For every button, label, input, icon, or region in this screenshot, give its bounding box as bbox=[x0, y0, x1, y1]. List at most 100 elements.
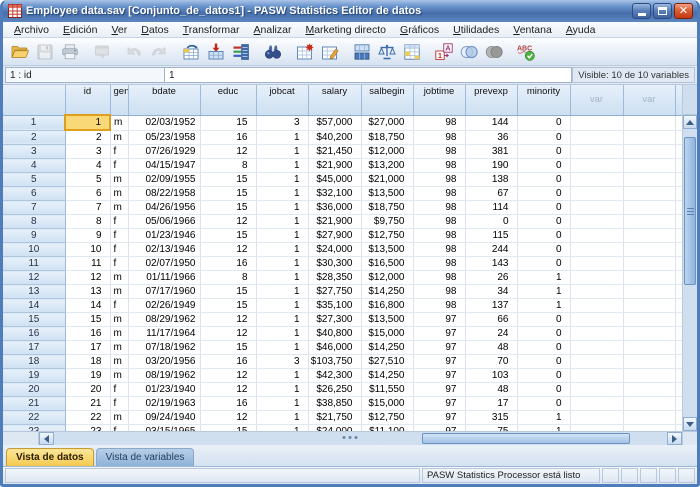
vertical-scrollbar[interactable] bbox=[682, 85, 697, 431]
cell-var2-13[interactable] bbox=[623, 285, 675, 299]
cell-salary-11[interactable]: $30,300 bbox=[308, 257, 361, 271]
cell-bdate-20[interactable]: 01/23/1940 bbox=[128, 383, 200, 397]
cell-jobcat-5[interactable]: 1 bbox=[256, 173, 308, 187]
cell-bdate-5[interactable]: 02/09/1955 bbox=[128, 173, 200, 187]
scroll-right-button[interactable] bbox=[667, 432, 682, 445]
cell-minority-11[interactable]: 0 bbox=[517, 257, 570, 271]
cell-id-7[interactable]: 7 bbox=[65, 201, 110, 215]
cell-salary-16[interactable]: $40,800 bbox=[308, 327, 361, 341]
column-header-prevexp[interactable]: prevexp bbox=[465, 85, 517, 115]
cell-prevexp-3[interactable]: 381 bbox=[465, 145, 517, 159]
tab-vista-de-datos[interactable]: Vista de datos bbox=[6, 448, 94, 466]
cell-id-20[interactable]: 20 bbox=[65, 383, 110, 397]
column-header-salbegin[interactable]: salbegin bbox=[361, 85, 413, 115]
cell-salbegin-16[interactable]: $15,000 bbox=[361, 327, 413, 341]
row-header[interactable]: 14 bbox=[3, 299, 65, 313]
cell-jobcat-16[interactable]: 1 bbox=[256, 327, 308, 341]
cell-var1-14[interactable] bbox=[570, 299, 623, 313]
cell-var2-11[interactable] bbox=[623, 257, 675, 271]
cell-salary-2[interactable]: $40,200 bbox=[308, 130, 361, 145]
cell-jobtime-12[interactable]: 98 bbox=[413, 271, 465, 285]
cell-prevexp-15[interactable]: 66 bbox=[465, 313, 517, 327]
cell-salary-20[interactable]: $26,250 bbox=[308, 383, 361, 397]
minimize-button[interactable] bbox=[632, 3, 651, 19]
cell-id-14[interactable]: 14 bbox=[65, 299, 110, 313]
cell-var1-22[interactable] bbox=[570, 411, 623, 425]
cell-gender-9[interactable]: f bbox=[110, 229, 128, 243]
cell-salbegin-10[interactable]: $13,500 bbox=[361, 243, 413, 257]
cell-jobcat-11[interactable]: 1 bbox=[256, 257, 308, 271]
cell-jobtime-21[interactable]: 97 bbox=[413, 397, 465, 411]
row-header[interactable]: 16 bbox=[3, 327, 65, 341]
vertical-scroll-track[interactable] bbox=[683, 129, 697, 417]
cell-educ-3[interactable]: 12 bbox=[200, 145, 256, 159]
cell-gender-20[interactable]: f bbox=[110, 383, 128, 397]
cell-bdate-2[interactable]: 05/23/1958 bbox=[128, 130, 200, 145]
cell-educ-7[interactable]: 15 bbox=[200, 201, 256, 215]
horizontal-scroll-track[interactable] bbox=[54, 432, 667, 445]
scroll-down-button[interactable] bbox=[683, 417, 697, 431]
cell-salary-18[interactable]: $103,750 bbox=[308, 355, 361, 369]
cell-prevexp-19[interactable]: 103 bbox=[465, 369, 517, 383]
cell-prevexp-21[interactable]: 17 bbox=[465, 397, 517, 411]
cell-salbegin-19[interactable]: $14,250 bbox=[361, 369, 413, 383]
row-header[interactable]: 2 bbox=[3, 130, 65, 145]
cell-bdate-6[interactable]: 08/22/1958 bbox=[128, 187, 200, 201]
cell-gender-7[interactable]: m bbox=[110, 201, 128, 215]
row-header[interactable]: 22 bbox=[3, 411, 65, 425]
cell-salbegin-9[interactable]: $12,750 bbox=[361, 229, 413, 243]
cell-salbegin-11[interactable]: $16,500 bbox=[361, 257, 413, 271]
scroll-left-button[interactable] bbox=[39, 432, 54, 445]
cell-jobtime-20[interactable]: 97 bbox=[413, 383, 465, 397]
cell-bdate-21[interactable]: 02/19/1963 bbox=[128, 397, 200, 411]
row-header[interactable]: 4 bbox=[3, 159, 65, 173]
row-header[interactable]: 6 bbox=[3, 187, 65, 201]
row-header[interactable]: 12 bbox=[3, 271, 65, 285]
row-header[interactable]: 15 bbox=[3, 313, 65, 327]
cell-bdate-16[interactable]: 11/17/1964 bbox=[128, 327, 200, 341]
cell-educ-17[interactable]: 15 bbox=[200, 341, 256, 355]
cell-educ-6[interactable]: 15 bbox=[200, 187, 256, 201]
cell-minority-14[interactable]: 1 bbox=[517, 299, 570, 313]
cell-var1-7[interactable] bbox=[570, 201, 623, 215]
cell-gender-11[interactable]: f bbox=[110, 257, 128, 271]
cell-salary-6[interactable]: $32,100 bbox=[308, 187, 361, 201]
cell-jobcat-12[interactable]: 1 bbox=[256, 271, 308, 285]
cell-bdate-22[interactable]: 09/24/1940 bbox=[128, 411, 200, 425]
menu-archivo[interactable]: Archivo bbox=[7, 23, 56, 37]
cell-educ-16[interactable]: 12 bbox=[200, 327, 256, 341]
cell-educ-10[interactable]: 12 bbox=[200, 243, 256, 257]
cell-jobcat-21[interactable]: 1 bbox=[256, 397, 308, 411]
cell-id-1[interactable]: 1 bbox=[65, 115, 110, 130]
cell-salary-5[interactable]: $45,000 bbox=[308, 173, 361, 187]
row-header[interactable]: 5 bbox=[3, 173, 65, 187]
row-header[interactable]: 9 bbox=[3, 229, 65, 243]
cell-educ-22[interactable]: 12 bbox=[200, 411, 256, 425]
cell-var2-18[interactable] bbox=[623, 355, 675, 369]
cell-salbegin-17[interactable]: $14,250 bbox=[361, 341, 413, 355]
menu-datos[interactable]: Datos bbox=[134, 23, 175, 37]
cell-var1-10[interactable] bbox=[570, 243, 623, 257]
select-cases-icon[interactable] bbox=[399, 40, 424, 64]
cell-salbegin-22[interactable]: $12,750 bbox=[361, 411, 413, 425]
cell-jobcat-1[interactable]: 3 bbox=[256, 115, 308, 130]
cell-bdate-17[interactable]: 07/18/1962 bbox=[128, 341, 200, 355]
cell-var1-15[interactable] bbox=[570, 313, 623, 327]
row-header[interactable]: 10 bbox=[3, 243, 65, 257]
cell-gender-14[interactable]: f bbox=[110, 299, 128, 313]
cell-minority-19[interactable]: 0 bbox=[517, 369, 570, 383]
pane-splitter-handle[interactable] bbox=[343, 436, 358, 439]
cell-prevexp-14[interactable]: 137 bbox=[465, 299, 517, 313]
cell-salary-3[interactable]: $21,450 bbox=[308, 145, 361, 159]
cell-var2-9[interactable] bbox=[623, 229, 675, 243]
cell-id-2[interactable]: 2 bbox=[65, 130, 110, 145]
cell-jobcat-9[interactable]: 1 bbox=[256, 229, 308, 243]
cell-var2-12[interactable] bbox=[623, 271, 675, 285]
cell-gender-4[interactable]: f bbox=[110, 159, 128, 173]
cell-minority-10[interactable]: 0 bbox=[517, 243, 570, 257]
cell-id-12[interactable]: 12 bbox=[65, 271, 110, 285]
menu-analizar[interactable]: Analizar bbox=[247, 23, 299, 37]
cell-jobcat-6[interactable]: 1 bbox=[256, 187, 308, 201]
cell-minority-7[interactable]: 0 bbox=[517, 201, 570, 215]
row-header[interactable]: 20 bbox=[3, 383, 65, 397]
